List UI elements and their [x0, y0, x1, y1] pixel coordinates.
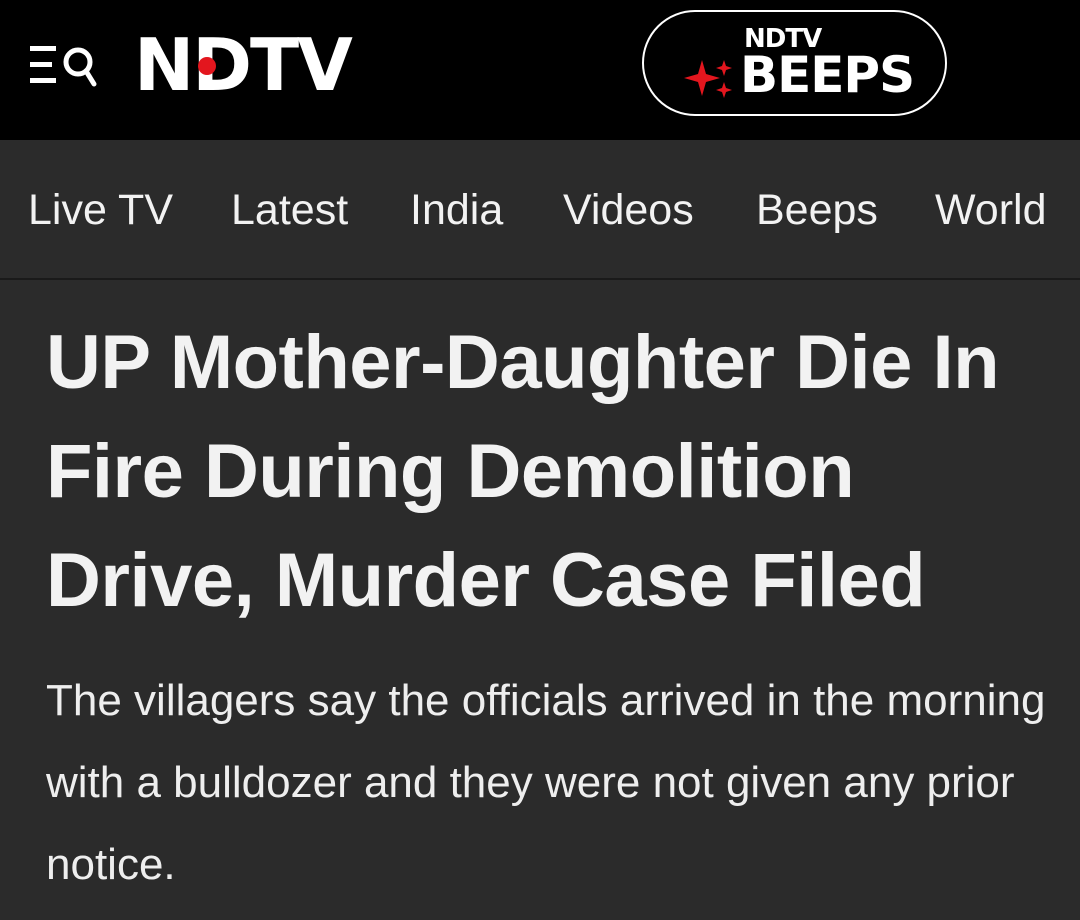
logo-red-dot [198, 57, 216, 75]
top-bar: N DTV NDTV BEEPS [0, 0, 1080, 140]
menu-search-button[interactable] [28, 40, 100, 92]
nav-item-world[interactable]: World [935, 184, 1047, 236]
nav-item-videos[interactable]: Videos [563, 184, 694, 236]
logo-letter-n: N [134, 29, 216, 101]
article-summary: The villagers say the officials arrived … [46, 676, 1046, 889]
nav-item-india[interactable]: India [410, 184, 503, 236]
beeps-label: BEEPS [740, 46, 915, 104]
ndtv-logo[interactable]: N DTV [134, 23, 353, 107]
sparkle-icon [680, 56, 734, 105]
nav-item-latest[interactable]: Latest [231, 184, 348, 236]
logo-letters: DTV [192, 23, 353, 107]
menu-search-icon [28, 40, 100, 92]
article-headline[interactable]: UP Mother-Daughter Die In Fire During De… [46, 308, 1046, 635]
ndtv-beeps-button[interactable]: NDTV BEEPS [642, 10, 947, 116]
nav-item-live-tv[interactable]: Live TV [28, 184, 173, 236]
section-nav: Live TV Latest India Videos Beeps World [0, 140, 1080, 280]
nav-item-beeps[interactable]: Beeps [756, 184, 878, 236]
